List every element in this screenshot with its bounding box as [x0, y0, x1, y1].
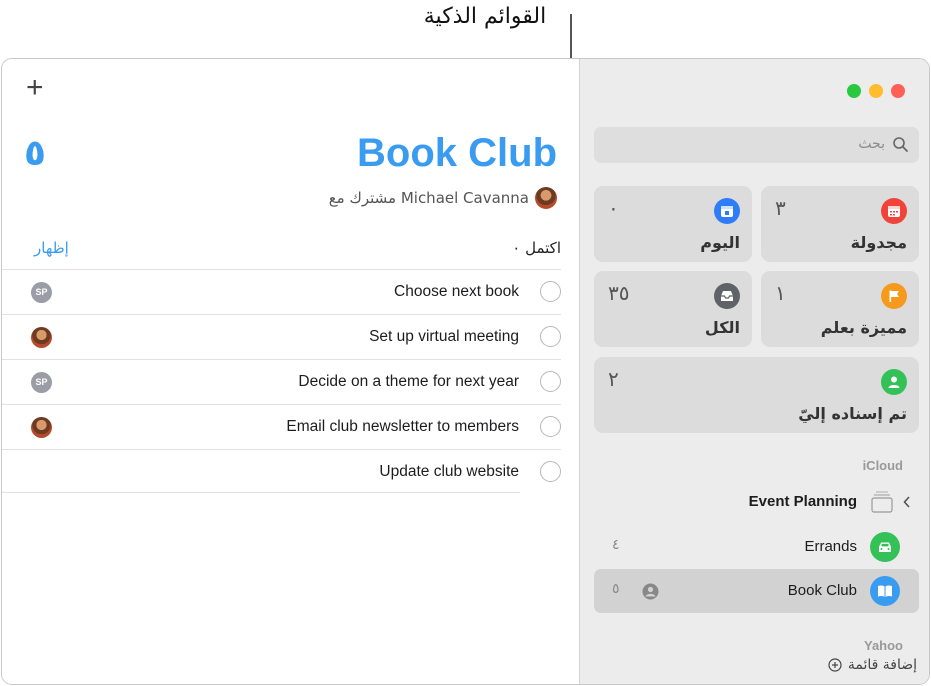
task-row[interactable]: SP Decide on a theme for next year	[2, 359, 561, 404]
task-checkbox[interactable]	[540, 461, 561, 482]
smart-list-all[interactable]: ٣٥ الكل	[594, 271, 752, 347]
show-completed-button[interactable]: إظهار	[34, 239, 69, 257]
task-title[interactable]: Decide on a theme for next year	[298, 373, 519, 391]
person-icon	[881, 369, 907, 395]
task-checkbox[interactable]	[540, 416, 561, 437]
list-item-count: ٥	[24, 133, 46, 174]
assignee-avatar: SP	[31, 372, 52, 393]
tile-count: ٢	[608, 367, 619, 391]
add-reminder-button[interactable]: +	[26, 73, 44, 103]
tile-label: مجدولة	[850, 233, 907, 252]
list-count: ٥	[612, 581, 620, 597]
smart-list-flagged[interactable]: ١ مميزة بعلم	[761, 271, 919, 347]
completed-row: اكتمل ٠ إظهار	[2, 237, 561, 269]
task-row[interactable]: Email club newsletter to members	[2, 404, 561, 449]
shared-person-icon	[642, 583, 659, 600]
folder-stack-icon	[871, 491, 893, 513]
icloud-section-header: iCloud	[862, 458, 903, 473]
task-row[interactable]: Update club website	[2, 449, 561, 494]
list-label: Book Club	[787, 582, 857, 599]
list-divider	[2, 492, 520, 493]
tile-label: مميزة بعلم	[820, 318, 907, 337]
tile-label: اليوم	[700, 233, 740, 252]
tile-count: ٠	[608, 196, 619, 220]
zoom-button[interactable]	[847, 84, 861, 98]
task-row[interactable]: SP Choose next book	[2, 269, 561, 314]
flag-icon	[881, 283, 907, 309]
list-detail-pane: + ٥ Book Club مشترك مع Michael Cavanna ا…	[2, 59, 579, 684]
chevron-left-icon[interactable]	[903, 496, 911, 508]
task-title[interactable]: Choose next book	[394, 283, 519, 301]
window-controls	[847, 84, 905, 98]
smart-list-assigned-to-me[interactable]: ٢ تم إسناده إليّ	[594, 357, 919, 433]
shared-avatar	[535, 187, 557, 209]
group-label: Event Planning	[748, 493, 857, 510]
task-checkbox[interactable]	[540, 326, 561, 347]
tile-label: الكل	[704, 318, 740, 337]
search-placeholder: بحث	[858, 136, 885, 152]
tray-icon	[714, 283, 740, 309]
smart-lists-callout: القوائم الذكية	[423, 4, 547, 29]
book-icon	[870, 576, 900, 606]
sidebar: بحث ٣ مجدولة ٠ اليوم ١ مميزة بعلم ٣٥ الك…	[579, 59, 929, 684]
today-calendar-icon	[714, 198, 740, 224]
task-checkbox[interactable]	[540, 371, 561, 392]
close-button[interactable]	[891, 84, 905, 98]
shared-with-row[interactable]: مشترك مع Michael Cavanna	[329, 187, 557, 209]
add-circle-icon	[828, 658, 842, 672]
yahoo-section-header: Yahoo	[863, 638, 903, 653]
assignee-avatar	[31, 327, 52, 348]
group-event-planning[interactable]: Event Planning	[594, 480, 919, 524]
task-title[interactable]: Set up virtual meeting	[369, 328, 519, 346]
calendar-icon	[881, 198, 907, 224]
task-row[interactable]: Set up virtual meeting	[2, 314, 561, 359]
assignee-avatar	[31, 417, 52, 438]
smart-list-today[interactable]: ٠ اليوم	[594, 186, 752, 262]
completed-count-label: اكتمل ٠	[512, 239, 561, 257]
smart-list-scheduled[interactable]: ٣ مجدولة	[761, 186, 919, 262]
add-list-label: إضافة قائمة	[847, 657, 917, 673]
list-title: Book Club	[357, 131, 557, 175]
reminders-window: + ٥ Book Club مشترك مع Michael Cavanna ا…	[1, 58, 930, 685]
search-icon	[893, 137, 908, 152]
list-errands[interactable]: Errands ٤	[594, 525, 919, 569]
tile-count: ٣	[775, 196, 786, 220]
search-field[interactable]: بحث	[594, 127, 919, 163]
add-list-button[interactable]: إضافة قائمة	[828, 657, 917, 673]
minimize-button[interactable]	[869, 84, 883, 98]
tile-count: ١	[775, 281, 786, 305]
list-label: Errands	[804, 538, 857, 555]
task-checkbox[interactable]	[540, 281, 561, 302]
task-title[interactable]: Update club website	[379, 463, 519, 481]
list-book-club[interactable]: Book Club ٥	[594, 569, 919, 613]
tile-label: تم إسناده إليّ	[798, 404, 907, 423]
list-count: ٤	[612, 537, 620, 553]
assignee-avatar: SP	[31, 282, 52, 303]
task-title[interactable]: Email club newsletter to members	[286, 418, 519, 436]
tile-count: ٣٥	[608, 281, 630, 305]
shared-with-text: مشترك مع Michael Cavanna	[328, 189, 529, 207]
car-icon	[870, 532, 900, 562]
